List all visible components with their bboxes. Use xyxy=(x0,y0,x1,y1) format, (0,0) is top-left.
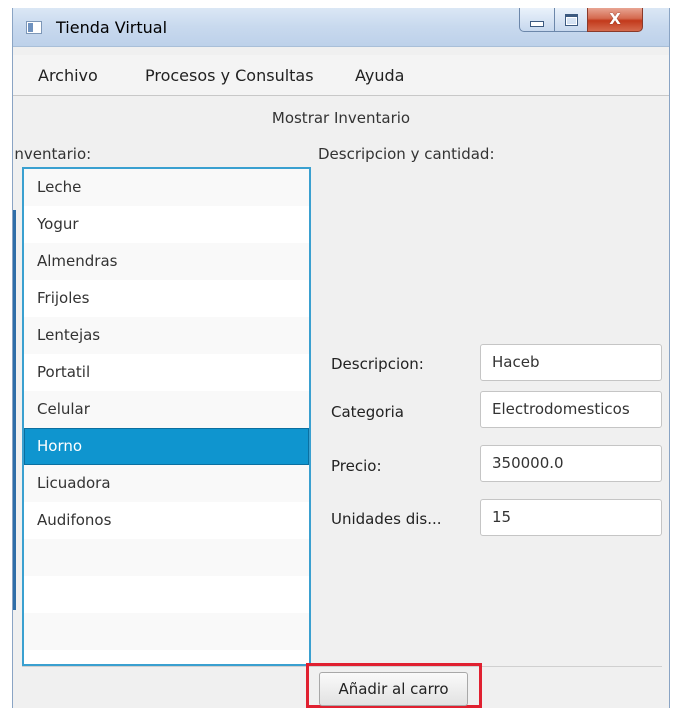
list-item-yogur[interactable]: Yogur xyxy=(24,206,309,243)
list-item-horno-selected[interactable]: Horno xyxy=(24,428,309,465)
list-item-empty xyxy=(24,576,309,613)
menu-archivo[interactable]: Archivo xyxy=(38,66,98,85)
categoria-field[interactable]: Electrodomesticos xyxy=(480,391,662,428)
list-item-frijoles[interactable]: Frijoles xyxy=(24,280,309,317)
section-heading: Mostrar Inventario xyxy=(271,109,411,127)
menu-bar: Archivo Procesos y Consultas Ayuda xyxy=(13,55,669,96)
precio-field[interactable]: 350000.0 xyxy=(480,445,662,482)
inventory-label: Inventario: xyxy=(12,145,92,163)
close-icon: X xyxy=(609,10,621,28)
list-item-leche[interactable]: Leche xyxy=(24,169,309,206)
maximize-button[interactable] xyxy=(554,8,588,32)
list-item-empty xyxy=(24,613,309,650)
list-item-celular[interactable]: Celular xyxy=(24,391,309,428)
menu-procesos-y-consultas[interactable]: Procesos y Consultas xyxy=(145,66,314,85)
inventory-list[interactable]: Leche Yogur Almendras Frijoles Lentejas … xyxy=(22,167,311,666)
list-item-portatil[interactable]: Portatil xyxy=(24,354,309,391)
app-window-icon xyxy=(26,21,42,34)
description-label: Descripcion y cantidad: xyxy=(318,145,495,163)
close-button[interactable]: X xyxy=(587,8,643,32)
app-window: Tienda Virtual X Archivo Procesos y Cons… xyxy=(12,8,670,708)
list-item-audifonos[interactable]: Audifonos xyxy=(24,502,309,539)
list-item-almendras[interactable]: Almendras xyxy=(24,243,309,280)
list-item-licuadora[interactable]: Licuadora xyxy=(24,465,309,502)
left-edge-accent xyxy=(13,210,16,610)
precio-label: Precio: xyxy=(331,457,382,475)
list-item-empty xyxy=(24,539,309,576)
list-item-empty xyxy=(24,650,309,664)
descripcion-field[interactable]: Haceb xyxy=(480,344,662,381)
menu-ayuda[interactable]: Ayuda xyxy=(355,66,404,85)
window-title: Tienda Virtual xyxy=(56,18,168,37)
list-item-lentejas[interactable]: Lentejas xyxy=(24,317,309,354)
title-bar[interactable]: Tienda Virtual X xyxy=(13,8,669,47)
add-to-cart-button[interactable]: Añadir al carro xyxy=(319,672,468,706)
maximize-icon xyxy=(564,13,578,26)
minimize-button[interactable] xyxy=(519,8,555,32)
unidades-disponibles-field[interactable]: 15 xyxy=(480,499,662,536)
categoria-label: Categoria xyxy=(331,403,405,421)
unidades-disponibles-label: Unidades dis... xyxy=(331,510,442,528)
minimize-icon xyxy=(530,20,544,27)
descripcion-label: Descripcion: xyxy=(331,355,424,373)
